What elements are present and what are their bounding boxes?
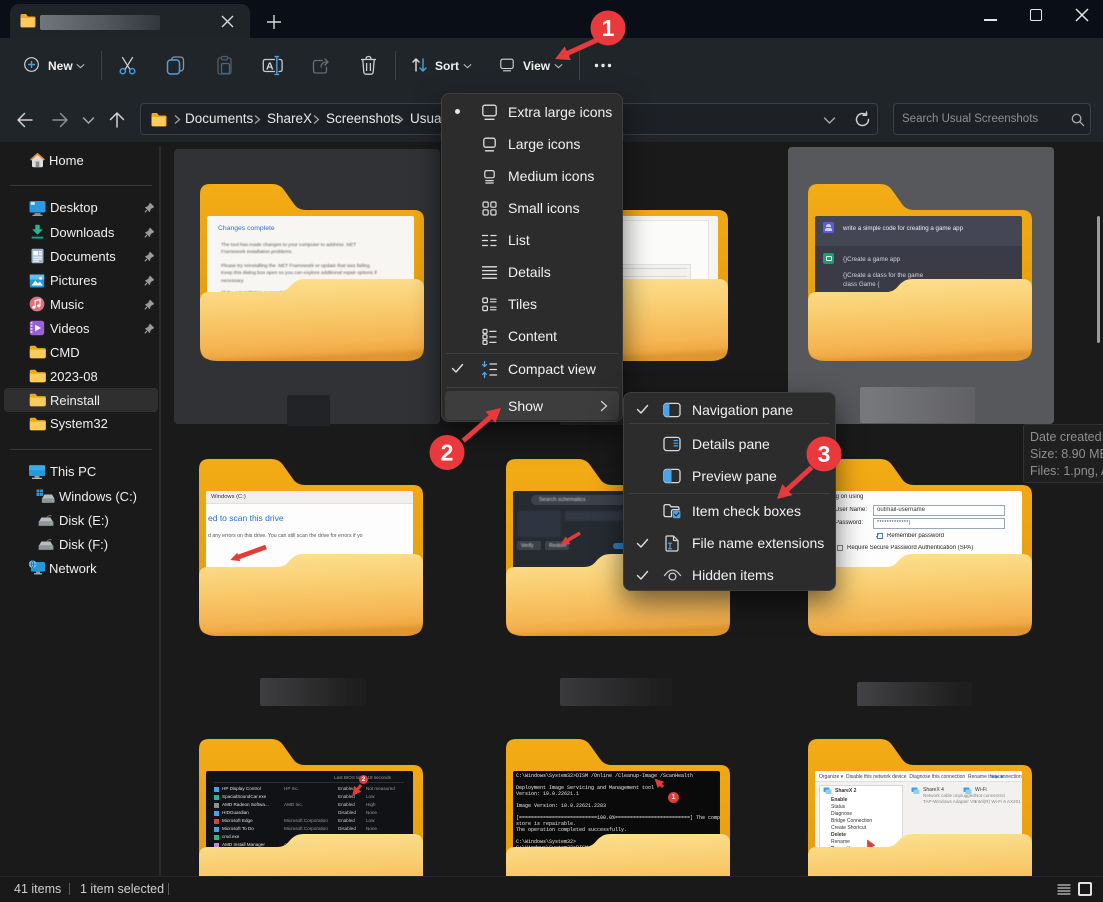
svg-text:1: 1	[602, 15, 615, 41]
svg-text:2: 2	[441, 440, 454, 466]
svg-text:3: 3	[818, 441, 831, 467]
